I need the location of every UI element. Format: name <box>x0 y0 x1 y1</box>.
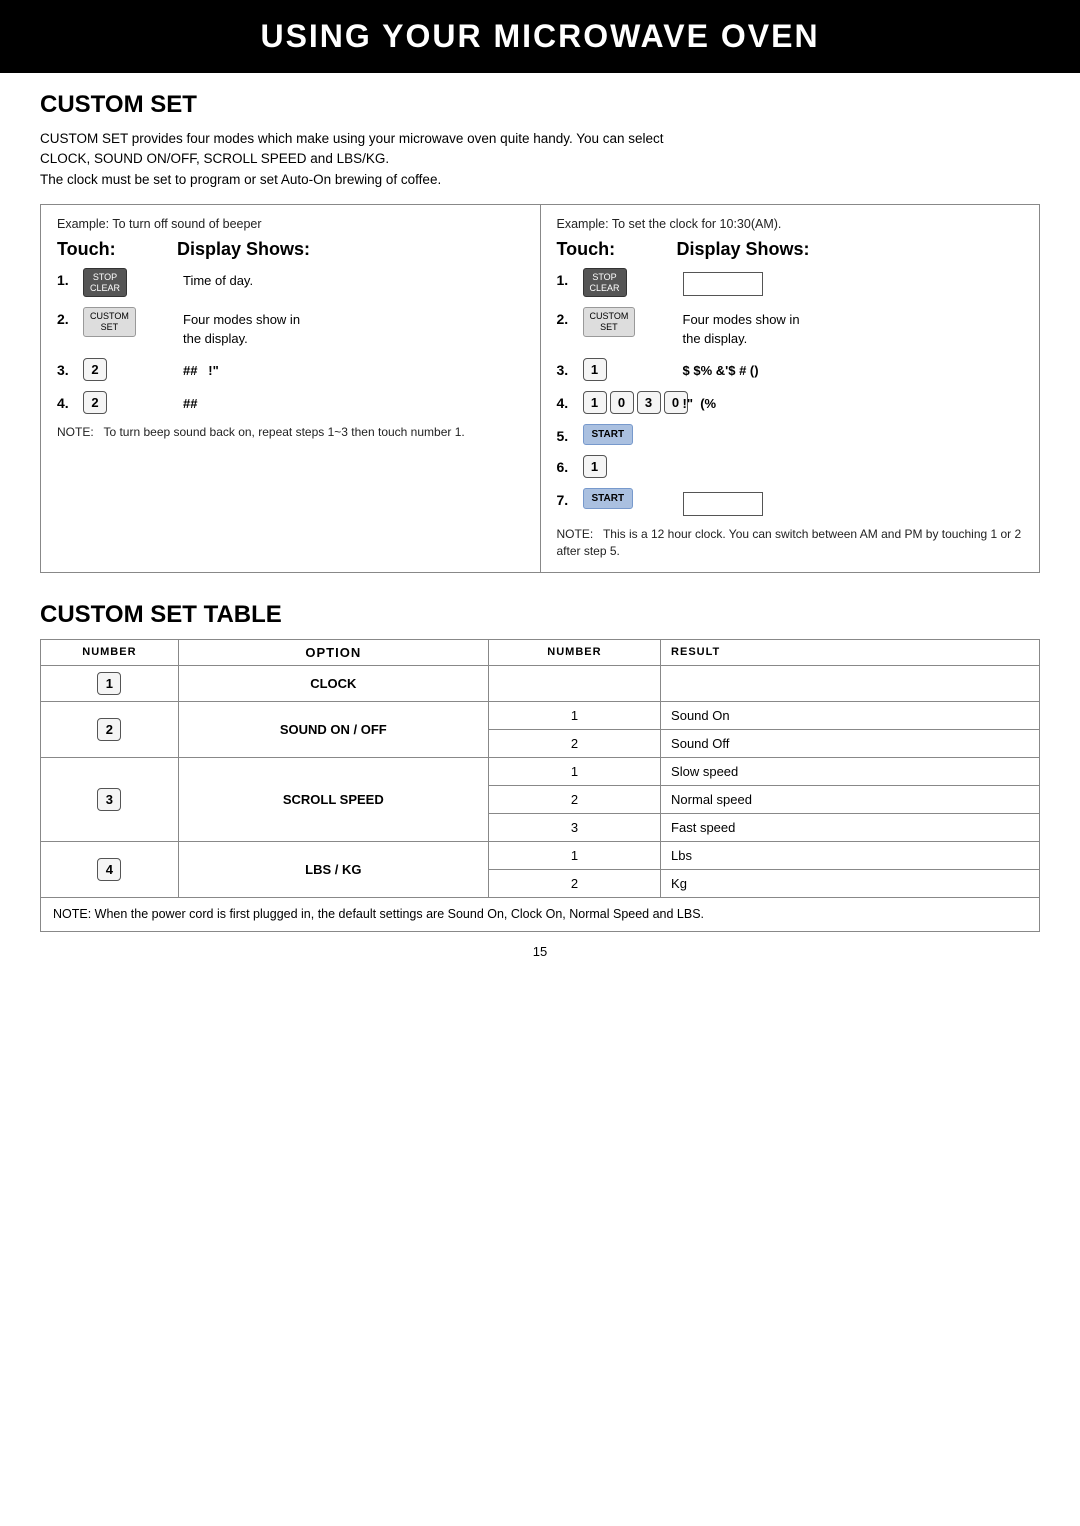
right-step2-display: Four modes show inthe display. <box>683 307 1024 347</box>
left-touch-header: Touch: <box>57 239 177 260</box>
right-step7-display <box>683 488 1024 516</box>
left-step-1: 1. STOP CLEAR Time of day. <box>57 268 524 298</box>
intro-text: CUSTOM SET provides four modes which mak… <box>40 129 1040 190</box>
stop-clear-btn-right1: STOP CLEAR <box>583 268 627 298</box>
table-subnum-3-2: 2 <box>488 785 660 813</box>
left-step2-display: Four modes show inthe display. <box>183 307 524 347</box>
left-step4-display: ## <box>183 391 524 413</box>
table-note: NOTE: When the power cord is first plugg… <box>40 898 1040 933</box>
table-subnum-3-3: 3 <box>488 813 660 841</box>
table-subnum-4-1: 1 <box>488 841 660 869</box>
start-btn-right5: START <box>583 424 634 445</box>
table-result-3-3: Fast speed <box>661 813 1040 841</box>
right-step-4: 4. 1 0 3 0 !" (% <box>557 391 1024 414</box>
right-example-box: Example: To set the clock for 10:30(AM).… <box>541 204 1041 573</box>
right-note: NOTE: This is a 12 hour clock. You can s… <box>557 526 1024 560</box>
table-option-1: CLOCK <box>178 665 488 701</box>
start-btn-right7: START <box>583 488 634 509</box>
left-step3-display: ## !" <box>183 358 524 380</box>
left-header-row: Touch: Display Shows: <box>57 239 524 260</box>
right-step4-display: !" (% <box>683 391 1024 413</box>
right-step6-display <box>683 455 1024 459</box>
right-step-5: 5. START <box>557 424 1024 445</box>
right-step5-display <box>683 424 1024 428</box>
table-option-3: SCROLL SPEED <box>178 757 488 841</box>
page-number: 15 <box>40 944 1040 959</box>
right-step-3: 3. 1 $ $% &'$ # () <box>557 358 1024 381</box>
col-option: OPTION <box>178 639 488 665</box>
col-number2: NUMBER <box>488 639 660 665</box>
examples-row: Example: To turn off sound of beeper Tou… <box>40 204 1040 573</box>
right-example-label: Example: To set the clock for 10:30(AM). <box>557 217 1024 231</box>
right-header-row: Touch: Display Shows: <box>557 239 1024 260</box>
section1-title-bold: CUSTOM <box>40 91 144 118</box>
section2-title-bold: CUSTOM <box>40 601 144 628</box>
num-btn-1c: 1 <box>583 455 607 478</box>
table-result-2-1: Sound On <box>661 701 1040 729</box>
custom-set-btn-left2: CUSTOM SET <box>83 307 136 337</box>
table-subnum-4-2: 2 <box>488 869 660 897</box>
table-result-4-2: Kg <box>661 869 1040 897</box>
table-result-2-2: Sound Off <box>661 729 1040 757</box>
table-result-1 <box>661 665 1040 701</box>
table-subnum-3-1: 1 <box>488 757 660 785</box>
right-step3-display: $ $% &'$ # () <box>683 358 1024 380</box>
table-num-2: 2 <box>41 701 179 757</box>
left-note: NOTE: To turn beep sound back on, repeat… <box>57 424 524 441</box>
right-step-2: 2. CUSTOM SET Four modes show inthe disp… <box>557 307 1024 347</box>
table-row-3: 3 SCROLL SPEED 1 Slow speed <box>41 757 1040 785</box>
left-step-4: 4. 2 ## <box>57 391 524 414</box>
custom-set-table: NUMBER OPTION NUMBER RESULT 1 CLOCK 2 <box>40 639 1040 898</box>
page-header: USING YOUR MICROWAVE OVEN <box>0 0 1080 73</box>
right-step-1: 1. STOP CLEAR <box>557 268 1024 298</box>
table-subnum-2-1: 1 <box>488 701 660 729</box>
table-row-1: 1 CLOCK <box>41 665 1040 701</box>
right-step-6: 6. 1 <box>557 455 1024 478</box>
header-title: USING YOUR MICROWAVE OVEN <box>260 18 819 54</box>
num-btn-2a: 2 <box>83 358 107 381</box>
right-display-header: Display Shows: <box>677 239 1024 260</box>
table-subnum-1 <box>488 665 660 701</box>
table-result-3-2: Normal speed <box>661 785 1040 813</box>
num-btn-3a: 3 <box>637 391 661 414</box>
display-box-right1 <box>683 272 763 296</box>
left-display-header: Display Shows: <box>177 239 524 260</box>
table-result-4-1: Lbs <box>661 841 1040 869</box>
left-step-3: 3. 2 ## !" <box>57 358 524 381</box>
left-example-box: Example: To turn off sound of beeper Tou… <box>40 204 541 573</box>
table-result-3-1: Slow speed <box>661 757 1040 785</box>
custom-set-btn-right2: CUSTOM SET <box>583 307 636 337</box>
table-num-3: 3 <box>41 757 179 841</box>
left-example-label: Example: To turn off sound of beeper <box>57 217 524 231</box>
num-btn-0a: 0 <box>610 391 634 414</box>
table-row-2: 2 SOUND ON / OFF 1 Sound On <box>41 701 1040 729</box>
table-option-2: SOUND ON / OFF <box>178 701 488 757</box>
section2-title: CUSTOM SET TABLE <box>40 601 1040 629</box>
left-step1-display: Time of day. <box>183 268 524 290</box>
col-result: RESULT <box>661 639 1040 665</box>
section1-title: CUSTOM SET <box>40 91 1040 119</box>
num-btn-2b: 2 <box>83 391 107 414</box>
section1-title-rest: SET <box>144 91 197 118</box>
section2-title-rest: SET TABLE <box>144 601 282 628</box>
table-num-4: 4 <box>41 841 179 897</box>
table-header-row: NUMBER OPTION NUMBER RESULT <box>41 639 1040 665</box>
table-option-4: LBS / KG <box>178 841 488 897</box>
left-step-2: 2. CUSTOM SET Four modes show inthe disp… <box>57 307 524 347</box>
col-number1: NUMBER <box>41 639 179 665</box>
right-step-7: 7. START <box>557 488 1024 516</box>
table-subnum-2-2: 2 <box>488 729 660 757</box>
right-step1-display <box>683 268 1024 296</box>
num-btn-1b: 1 <box>583 391 607 414</box>
display-box-right7 <box>683 492 763 516</box>
stop-clear-btn-left1: STOP CLEAR <box>83 268 127 298</box>
table-row-4: 4 LBS / KG 1 Lbs <box>41 841 1040 869</box>
table-num-1: 1 <box>41 665 179 701</box>
right-touch-header: Touch: <box>557 239 677 260</box>
num-btn-1a: 1 <box>583 358 607 381</box>
